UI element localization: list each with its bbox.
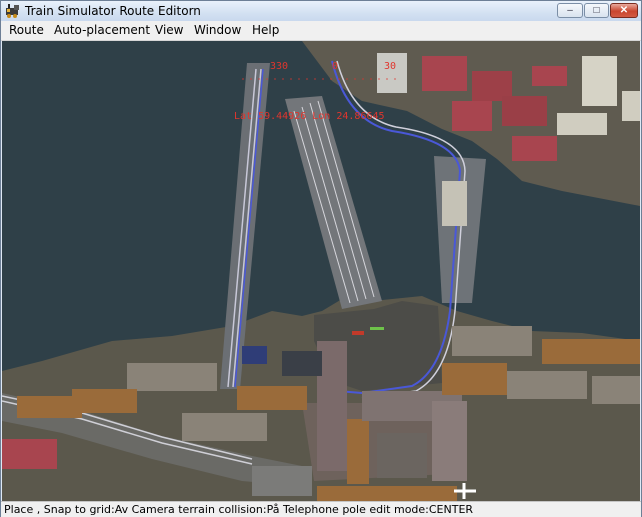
status-bar: Place , Snap to grid:Av Camera terrain c…	[1, 501, 641, 517]
close-icon: ✕	[619, 5, 629, 16]
title-bar[interactable]: Train Simulator Route Editorn – □ ✕	[1, 1, 641, 21]
menu-route[interactable]: Route	[9, 23, 44, 37]
minimize-icon: –	[567, 5, 573, 16]
menu-window[interactable]: Window	[194, 23, 241, 37]
app-window: Train Simulator Route Editorn – □ ✕ Rout…	[0, 0, 642, 517]
menu-view[interactable]: View	[155, 23, 183, 37]
route-scene[interactable]: 330 0 30 Lat 59.44926 Lon 24.86645	[2, 41, 640, 501]
compass-label-right: 30	[384, 61, 396, 72]
menu-auto-placement[interactable]: Auto-placement	[54, 23, 150, 37]
maximize-icon: □	[593, 5, 600, 16]
minimize-button[interactable]: –	[557, 3, 583, 18]
gravel-lot	[252, 466, 312, 496]
compass-label-left: 330	[270, 61, 288, 72]
route-3d-viewport[interactable]: 330 0 30 Lat 59.44926 Lon 24.86645	[2, 41, 640, 501]
compass-label-center: 0	[332, 61, 338, 72]
window-title: Train Simulator Route Editorn	[25, 4, 201, 18]
status-text: Place , Snap to grid:Av Camera terrain c…	[4, 503, 474, 516]
coordinates-readout: Lat 59.44926 Lon 24.86645	[234, 111, 385, 122]
menu-bar: Route Auto-placement View Window Help	[1, 21, 641, 41]
menu-help[interactable]: Help	[252, 23, 279, 37]
close-button[interactable]: ✕	[610, 3, 638, 18]
locomotive-icon	[6, 4, 19, 18]
maximize-button[interactable]: □	[584, 3, 609, 18]
